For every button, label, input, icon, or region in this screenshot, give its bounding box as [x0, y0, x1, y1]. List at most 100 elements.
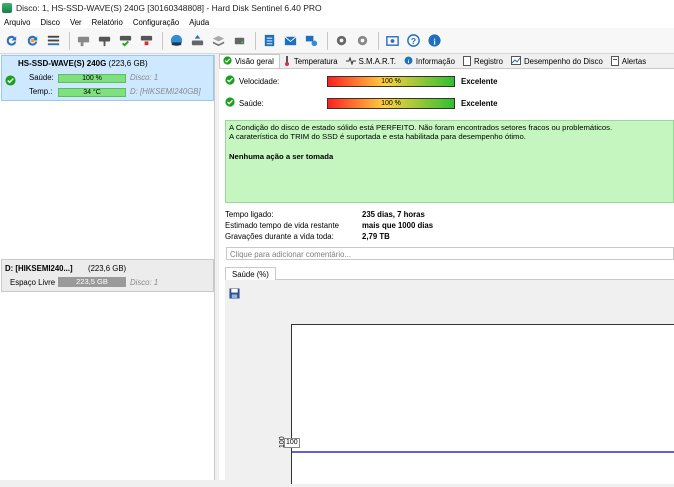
info-value: 235 dias, 7 horas [362, 210, 425, 219]
health-bar: 100 % [327, 97, 455, 109]
tab-smart[interactable]: S.M.A.R.T. [343, 55, 401, 68]
speed-row: Velocidade: 100 % Excelente [225, 75, 497, 87]
network-icon[interactable] [302, 31, 321, 50]
tab-label: S.M.A.R.T. [358, 57, 396, 66]
health-bar: 100 % [58, 74, 126, 83]
tab-label: Visão geral [235, 57, 274, 66]
thermometer-icon [283, 55, 291, 68]
temp-bar: 34 °C [58, 88, 126, 97]
log-icon [462, 55, 471, 68]
health-label: Saúde: [239, 98, 264, 108]
check-icon [225, 75, 235, 87]
volume-name: D: [HIKSEMI240...] [5, 264, 73, 273]
health-row: Saúde: 100 % Excelente [225, 97, 497, 109]
info-label: Tempo ligado: [225, 210, 274, 219]
info-icon: i [404, 56, 413, 67]
info-label: Gravações durante a vida toda: [225, 232, 334, 241]
tab-alertas[interactable]: Alertas [608, 55, 651, 68]
menu-disco[interactable]: Disco [36, 18, 66, 27]
disk-test-icon[interactable] [95, 31, 114, 50]
tab-desempenho[interactable]: Desempenho do Disco [508, 55, 608, 68]
refresh-icon[interactable] [2, 31, 21, 50]
menu-ajuda[interactable]: Ajuda [185, 18, 215, 27]
settings-icon[interactable] [332, 31, 351, 50]
smart-icon [345, 55, 356, 67]
chart-plot-area [291, 324, 674, 484]
info-row: Tempo ligado: 235 dias, 7 horas [225, 210, 425, 219]
volume-size: (223,6 GB) [88, 264, 127, 273]
check-icon [225, 97, 235, 109]
disk-upload-icon[interactable] [188, 31, 207, 50]
tab-saude-chart[interactable]: Saúde (%) [225, 267, 276, 280]
disk-check-icon[interactable] [116, 31, 135, 50]
info-icon[interactable]: i [425, 31, 444, 50]
info-value: 2,79 TB [362, 232, 390, 241]
info-row: Estimado tempo de vida restante mais que … [225, 221, 433, 230]
help-icon[interactable]: ? [404, 31, 423, 50]
speed-bar: 100 % [327, 75, 455, 87]
chart-svg [292, 451, 674, 453]
volume-card[interactable]: D: [HIKSEMI240...] (223,6 GB) Espaço Liv… [1, 259, 214, 292]
status-textbox[interactable]: A Condição do disco de estado sólido est… [225, 120, 674, 203]
tab-registro[interactable]: Registro [460, 55, 508, 68]
menu-bar: Arquivo Disco Ver Relatório Configuração… [0, 16, 674, 28]
free-space-label: Espaço Livre [10, 278, 56, 287]
disk-name-row: HS-SSD-WAVE(S) 240G (223,6 GB) [18, 59, 148, 68]
disk-size: (223,6 GB) [108, 59, 148, 68]
info-value: mais que 1000 dias [362, 221, 434, 230]
disk-gray-icon[interactable] [74, 31, 93, 50]
check-icon [5, 75, 16, 88]
tab-label: Alertas [621, 57, 647, 66]
disk-number: Disco: 1 [130, 73, 159, 82]
drive-list-icon[interactable] [44, 31, 63, 50]
menu-ver[interactable]: Ver [66, 18, 88, 27]
action-text: Nenhuma ação a ser tomada [229, 151, 334, 161]
tab-bar: Visão geral Temperatura S.M.A.R.T. i Inf… [219, 54, 674, 69]
save-icon[interactable] [229, 288, 240, 301]
tab-label: Desempenho do Disco [523, 57, 603, 66]
temp-label: Temp.: [29, 87, 53, 96]
toolbar-separator [162, 31, 163, 50]
info-row: Gravações durante a vida toda: 2,79 TB [225, 232, 390, 241]
report-icon[interactable] [260, 31, 279, 50]
disk-erase-icon[interactable] [137, 31, 156, 50]
free-space-bar: 223,5 GB [58, 277, 126, 287]
chart-tab-bar: Saúde (%) [225, 267, 674, 280]
menu-configuracao[interactable]: Configuração [129, 18, 185, 27]
disk-list-panel: HS-SSD-WAVE(S) 240G (223,6 GB) Saúde: 10… [0, 55, 215, 480]
health-label: Saúde: [29, 73, 54, 82]
toolbar-separator [69, 31, 70, 50]
toolbar-separator [327, 31, 328, 50]
globe-icon[interactable] [167, 31, 186, 50]
info-label: Estimado tempo de vida restante [225, 221, 339, 230]
menu-relatorio[interactable]: Relatório [88, 18, 129, 27]
tab-informacao[interactable]: i Informação [401, 55, 460, 68]
toolbar: ? i [0, 28, 674, 54]
screenshot-icon[interactable] [383, 31, 402, 50]
toolbar-separator [378, 31, 379, 50]
disk-card[interactable]: HS-SSD-WAVE(S) 240G (223,6 GB) Saúde: 10… [1, 55, 214, 101]
volume-disk-number: Disco: 1 [130, 278, 159, 287]
app-icon [2, 3, 12, 13]
tab-temperatura[interactable]: Temperatura [280, 55, 343, 68]
performance-icon [510, 56, 521, 67]
details-panel: Visão geral Temperatura S.M.A.R.T. i Inf… [219, 54, 674, 484]
disk-small-icon[interactable] [230, 31, 249, 50]
mail-icon[interactable] [281, 31, 300, 50]
status-line: A Condição do disco de estado sólido est… [229, 123, 613, 132]
gear-icon[interactable] [353, 31, 372, 50]
check-icon [223, 56, 232, 67]
comment-field[interactable]: Clique para adicionar comentário... [226, 247, 674, 260]
data-point-label: 100 [284, 438, 300, 448]
svg-text:?: ? [411, 36, 416, 46]
disk-name: HS-SSD-WAVE(S) 240G [18, 59, 107, 68]
refresh-all-icon[interactable] [23, 31, 42, 50]
health-chart: 100 100 [225, 280, 674, 484]
window-title: Disco: 1, HS-SSD-WAVE(S) 240G [301603488… [16, 3, 322, 13]
toolbar-separator [255, 31, 256, 50]
drive-path: D: [HIKSEMI240GB] [130, 87, 201, 96]
menu-arquivo[interactable]: Arquivo [0, 18, 36, 27]
tab-visao-geral[interactable]: Visão geral [219, 54, 280, 68]
disk-stack-icon[interactable] [209, 31, 228, 50]
speed-rating: Excelente [461, 76, 498, 86]
